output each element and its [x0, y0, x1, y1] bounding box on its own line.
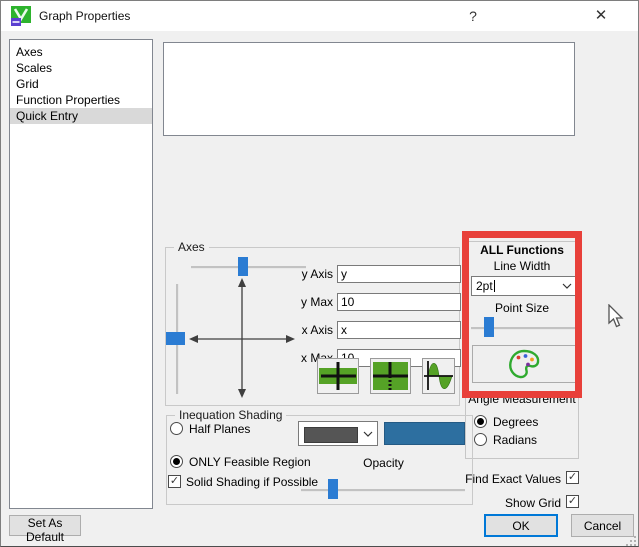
y-max-input[interactable]: 10 [337, 293, 461, 311]
only-feasible-label: ONLY Feasible Region [189, 455, 311, 469]
axes-style-partial-button[interactable] [317, 358, 359, 394]
resize-grip[interactable] [624, 535, 638, 546]
opacity-label: Opacity [363, 456, 404, 470]
axes-crosshair-icon [189, 278, 295, 398]
check-icon: ✓ [567, 495, 578, 507]
sidebar-item-quick-entry[interactable]: Quick Entry [10, 108, 152, 124]
chevron-down-icon [363, 431, 373, 437]
degrees-radio[interactable] [474, 415, 487, 428]
show-grid-checkbox[interactable]: ✓ [566, 495, 579, 508]
sidebar-item-function-properties[interactable]: Function Properties [10, 92, 152, 108]
axes-full-icon [373, 362, 408, 390]
line-width-combobox[interactable]: 2pt [471, 276, 577, 296]
all-functions-title: ALL Functions [480, 243, 564, 257]
axes-style-full-button[interactable] [370, 358, 411, 394]
find-exact-values-checkbox[interactable]: ✓ [566, 471, 579, 484]
opacity-slider-track[interactable] [301, 489, 465, 492]
inequation-group-title: Inequation Shading [175, 408, 287, 422]
graph-properties-dialog: Graph Properties ? ✕ Axes Scales Grid Fu… [0, 0, 639, 547]
mouse-cursor [608, 304, 624, 328]
solid-shading-checkbox[interactable]: ✓ [168, 475, 181, 488]
chevron-down-icon [562, 283, 572, 289]
angle-measurement-title: Angle Measurement [468, 392, 576, 406]
radians-label: Radians [493, 433, 538, 447]
shade-color-button[interactable] [384, 422, 465, 445]
app-icon [11, 6, 31, 26]
half-planes-radio[interactable] [170, 422, 183, 435]
degrees-label: Degrees [493, 415, 539, 429]
close-button[interactable]: ✕ [578, 1, 624, 31]
point-size-label: Point Size [494, 301, 550, 315]
x-axis-label: x Axis [301, 323, 333, 337]
window-title: Graph Properties [39, 9, 131, 23]
radians-radio[interactable] [474, 433, 487, 446]
opacity-slider-handle[interactable] [328, 479, 338, 499]
palette-icon [509, 349, 540, 379]
only-feasible-radio[interactable] [170, 455, 183, 468]
point-size-slider-handle[interactable] [484, 317, 494, 337]
title-bar[interactable]: Graph Properties ? ✕ [1, 1, 638, 31]
y-max-label: y Max [300, 295, 333, 309]
find-exact-values-label: Find Exact Values [465, 472, 561, 486]
ok-button[interactable]: OK [484, 514, 558, 537]
set-as-default-button[interactable]: Set As Default [9, 515, 81, 544]
line-width-label: Line Width [493, 259, 551, 273]
check-icon: ✓ [567, 471, 578, 483]
y-axis-input[interactable]: y [337, 265, 461, 283]
help-button[interactable]: ? [451, 1, 495, 31]
gray-color-swatch [304, 427, 358, 443]
show-grid-label: Show Grid [504, 496, 561, 510]
radio-dot [173, 458, 180, 465]
shade-style-dropdown[interactable] [298, 421, 378, 446]
sidebar-item-grid[interactable]: Grid [10, 76, 152, 92]
axes-style-function-button[interactable] [422, 358, 455, 394]
axes-group-title: Axes [174, 240, 209, 254]
x-axis-input[interactable]: x [337, 321, 461, 339]
half-planes-label: Half Planes [189, 422, 251, 436]
line-width-value: 2pt [476, 279, 493, 293]
solid-shading-label: Solid Shading if Possible [186, 475, 319, 489]
quick-entry-box[interactable] [163, 42, 575, 136]
axes-partial-icon [319, 362, 357, 390]
function-plot-icon [424, 361, 453, 390]
cancel-button[interactable]: Cancel [571, 514, 634, 537]
text-caret [493, 280, 495, 292]
category-list: Axes Scales Grid Function Properties Qui… [9, 39, 153, 509]
radio-dot [477, 418, 484, 425]
sidebar-item-axes[interactable]: Axes [10, 44, 152, 60]
color-palette-button[interactable] [472, 345, 576, 383]
y-axis-label: y Axis [301, 267, 333, 281]
sidebar-item-scales[interactable]: Scales [10, 60, 152, 76]
check-icon: ✓ [169, 475, 180, 487]
y-position-slider-handle[interactable] [166, 332, 185, 345]
